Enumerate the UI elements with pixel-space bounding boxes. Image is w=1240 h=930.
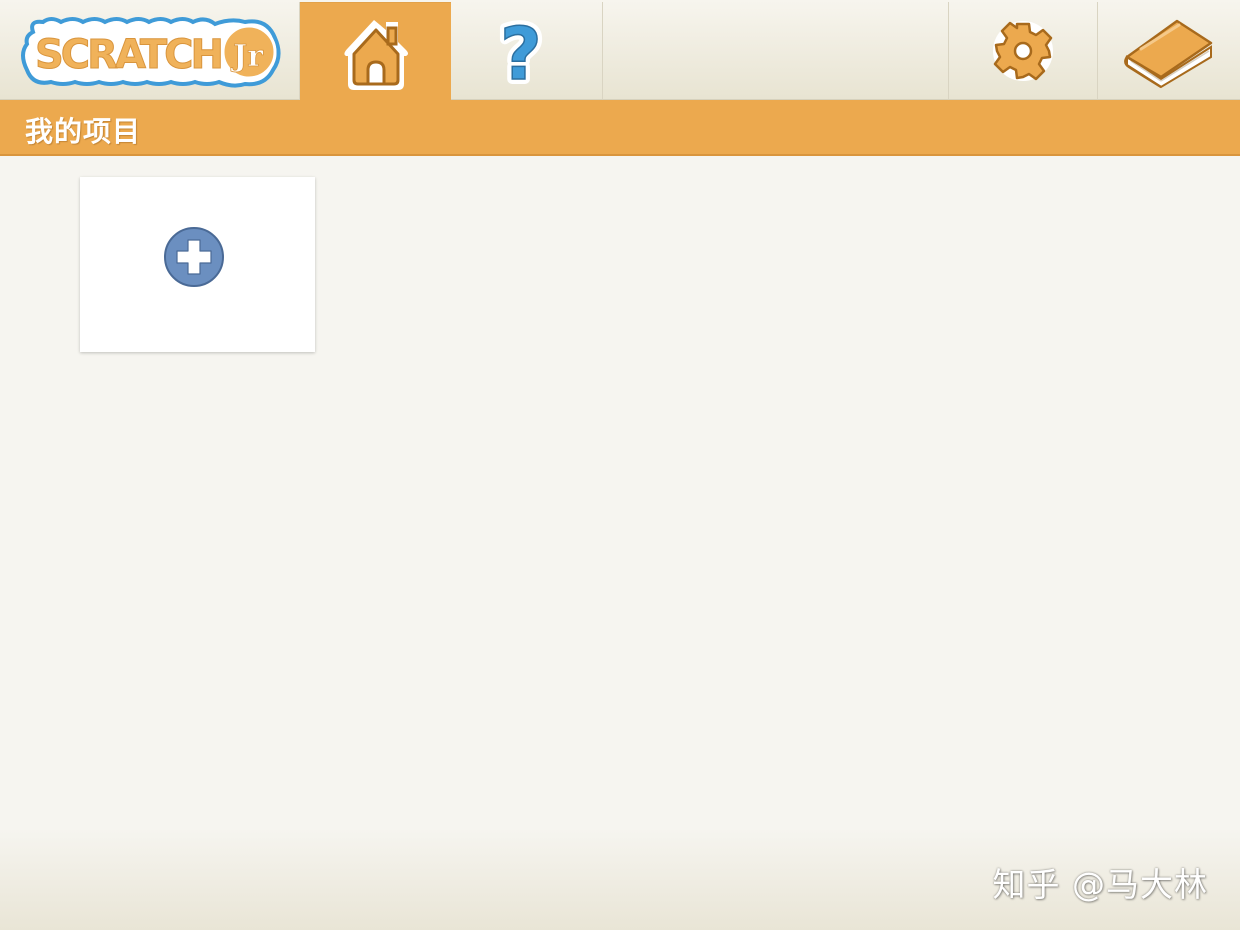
tab-settings[interactable]: [948, 2, 1098, 99]
top-toolbar: SCRATCH Jr ? ?: [0, 0, 1240, 102]
scratchjr-logo-graphic: SCRATCH Jr: [20, 16, 280, 88]
gear-icon: [993, 20, 1053, 81]
new-project-button[interactable]: [80, 177, 315, 352]
tab-home[interactable]: [300, 2, 451, 102]
plus-circle-icon: [164, 227, 224, 287]
page-title: 我的项目: [25, 115, 142, 148]
tab-help[interactable]: ? ?: [451, 2, 603, 99]
home-icon: [343, 19, 408, 90]
svg-text:?: ?: [500, 12, 542, 91]
section-header: 我的项目: [0, 100, 1240, 156]
book-icon: [1124, 19, 1213, 88]
logo-wordmark: SCRATCH: [35, 32, 221, 78]
logo-jr-mark: Jr: [230, 39, 264, 74]
question-mark-icon: ? ?: [495, 11, 547, 91]
scratchjr-logo: SCRATCH Jr: [0, 2, 300, 99]
tab-guide[interactable]: [1098, 2, 1240, 99]
watermark: 知乎 @马大林: [992, 865, 1208, 904]
